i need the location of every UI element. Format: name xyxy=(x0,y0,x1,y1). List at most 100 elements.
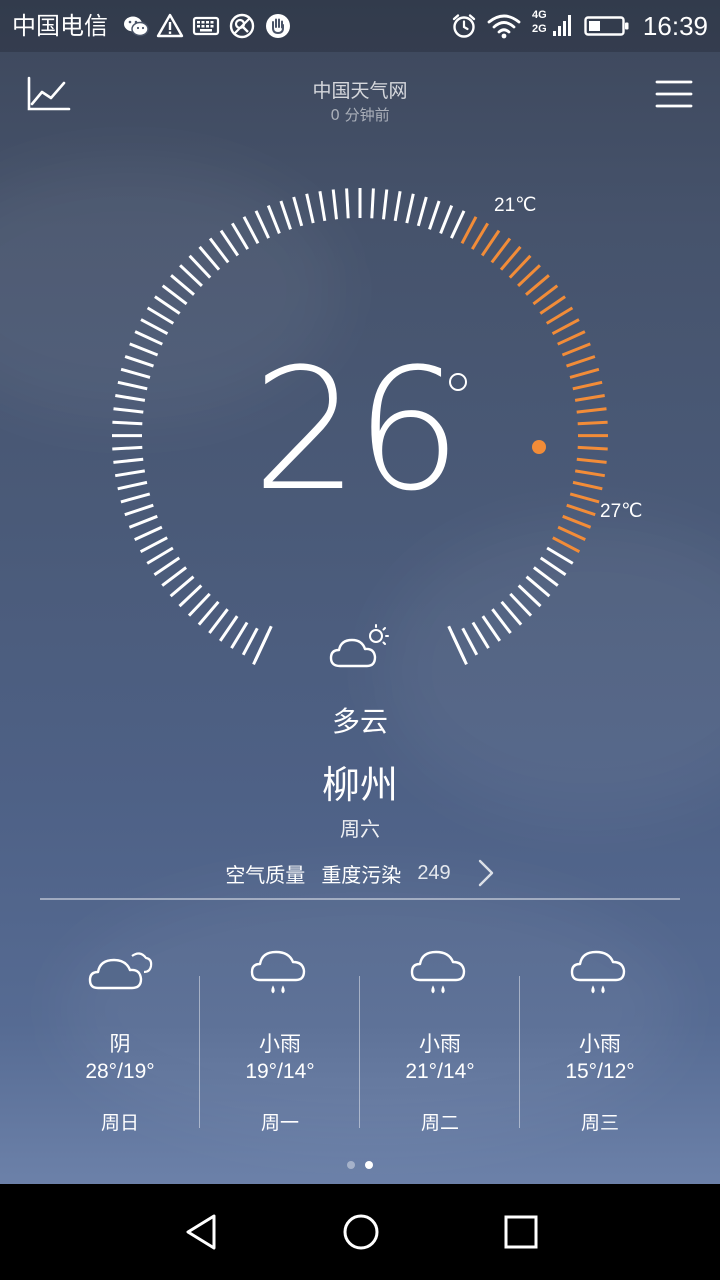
gauge-tick xyxy=(546,546,574,565)
gauge-tick xyxy=(117,380,148,391)
gauge-tick-range xyxy=(480,229,501,257)
gauge-tick-range xyxy=(532,284,559,306)
gauge-tick xyxy=(491,608,512,634)
forecast-weekday: 周一 xyxy=(260,1112,299,1134)
gauge-tick xyxy=(279,200,292,230)
gauge-tick xyxy=(254,210,270,239)
gauge-tick-range xyxy=(471,222,489,250)
gauge-tick xyxy=(450,210,466,239)
forecast-condition: 小雨 xyxy=(579,1032,621,1056)
gauge-tick xyxy=(161,284,188,306)
gauge-tick xyxy=(129,342,159,357)
gauge-tick xyxy=(532,566,559,587)
gauge-tick xyxy=(525,575,551,598)
forecast-day[interactable]: 小雨 19°/14° 周一 xyxy=(200,930,360,1140)
gauge-tick xyxy=(230,621,249,649)
data-source: 中国天气网 xyxy=(312,80,408,102)
gauge-tick xyxy=(509,592,533,617)
gauge-tick-range xyxy=(574,394,605,402)
gauge-tick xyxy=(231,222,249,250)
gauge-tick xyxy=(113,407,144,414)
city-name[interactable]: 柳州 xyxy=(0,754,720,809)
gauge-tick-range xyxy=(545,306,574,325)
gauge-tick xyxy=(112,420,143,426)
forecast-temp-range: 28°/19° xyxy=(85,1060,155,1083)
gauge-tick-range xyxy=(490,237,512,264)
gauge-tick xyxy=(292,196,304,227)
home-icon[interactable] xyxy=(337,1208,385,1256)
gauge-tick-range xyxy=(561,342,591,357)
forecast-day[interactable]: 小雨 15°/12° 周三 xyxy=(520,930,680,1140)
current-temp-marker xyxy=(532,440,546,454)
forecast-condition: 小雨 xyxy=(419,1032,461,1056)
current-weekday: 周六 xyxy=(340,817,380,841)
wifi-icon xyxy=(487,14,521,39)
gauge-tick-range xyxy=(576,457,607,464)
forecast-condition: 阴 xyxy=(109,1032,131,1056)
navigation-bar xyxy=(0,1184,720,1280)
gauge-tick xyxy=(345,188,350,219)
gauge-tick xyxy=(318,191,327,222)
gauge-tick xyxy=(117,480,148,491)
gauge-tick xyxy=(187,592,211,617)
recents-icon[interactable] xyxy=(497,1208,545,1256)
status-time: 16:39 xyxy=(642,11,708,41)
gauge-tick xyxy=(439,205,454,234)
gauge-tick xyxy=(112,445,143,451)
page-dot-active[interactable] xyxy=(365,1161,373,1169)
forecast-day[interactable]: 阴 28°/19° 周日 xyxy=(40,930,200,1140)
air-quality-row[interactable]: 空气质量 重度污染 249 xyxy=(0,856,720,890)
forecast-day[interactable]: 小雨 21°/14° 周二 xyxy=(360,930,520,1140)
gauge-tick xyxy=(405,193,415,224)
air-quality-level: 重度污染 xyxy=(321,862,402,887)
back-icon[interactable] xyxy=(178,1208,226,1256)
status-bar: 中国电信 4G 2G 16:39 xyxy=(0,0,720,52)
gauge-tick xyxy=(179,264,203,287)
gauge-tick-range xyxy=(577,420,608,426)
gauge-tick xyxy=(120,367,151,379)
light-rain-icon xyxy=(250,950,306,994)
gauge-tick xyxy=(146,546,174,565)
air-quality-value: 249 xyxy=(417,861,451,884)
gauge-tick xyxy=(539,556,567,576)
gauge-tick-range xyxy=(551,318,580,336)
overcast-icon xyxy=(88,952,153,990)
gauge-tick-range xyxy=(569,492,600,504)
current-condition: 多云 xyxy=(331,705,388,738)
keyboard-icon xyxy=(192,16,220,36)
chevron-right-icon[interactable] xyxy=(477,858,495,888)
gauge-tick-range xyxy=(577,445,608,451)
gauge-tick xyxy=(500,600,523,626)
gauge-tick-range xyxy=(557,330,586,346)
gauge-tick xyxy=(169,575,195,598)
gauge-tick xyxy=(393,191,402,222)
forecast-temp-range: 21°/14° xyxy=(405,1060,475,1083)
carrier-name: 中国电信 xyxy=(12,12,108,40)
gauge-tick xyxy=(154,295,181,315)
gauge-tick xyxy=(134,330,163,346)
gauge-tick xyxy=(471,621,490,649)
forecast-condition: 小雨 xyxy=(259,1032,301,1056)
forecast-temp-range: 19°/14° xyxy=(245,1060,315,1083)
page-dot[interactable] xyxy=(347,1161,355,1169)
alarm-icon xyxy=(452,14,476,38)
gauge-tick-range xyxy=(576,407,607,414)
gauge-tick xyxy=(153,556,181,576)
gauge-tick xyxy=(114,469,146,478)
gauge-tick xyxy=(146,306,175,325)
forecast-temp-range: 15°/12° xyxy=(565,1060,635,1083)
forecast-weekday: 周日 xyxy=(100,1112,139,1134)
gauge-tick xyxy=(218,615,239,642)
high-temp-label: 27℃ xyxy=(600,501,643,522)
menu-icon[interactable] xyxy=(654,76,694,112)
divider xyxy=(40,898,680,900)
weather-screen: 中国电信 4G 2G 16:39 中国天气网 0 分钟前 26 21℃ 27℃ … xyxy=(0,0,720,1280)
no-signal-icon xyxy=(229,13,255,39)
light-rain-icon xyxy=(570,950,626,994)
gauge-tick xyxy=(481,615,502,642)
gauge-tick-range xyxy=(517,264,541,287)
page-indicator xyxy=(0,1161,720,1171)
gauge-tick xyxy=(305,193,315,224)
gauge-tick xyxy=(115,394,146,402)
gauge-tick-range xyxy=(569,367,600,379)
